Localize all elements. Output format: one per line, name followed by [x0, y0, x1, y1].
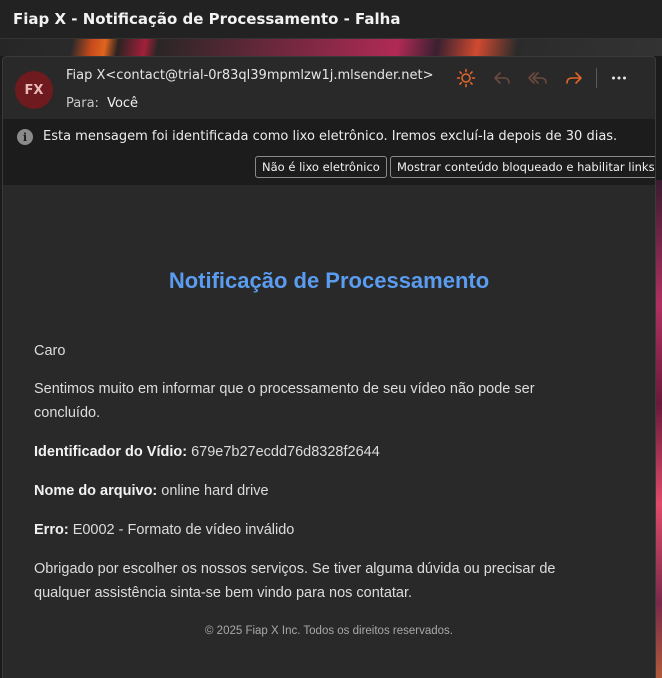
reply-icon[interactable] [484, 65, 520, 91]
recipient-row: Para: Você [66, 96, 138, 111]
subject-bar: Fiap X - Notificação de Processamento - … [0, 0, 662, 39]
sun-icon[interactable] [448, 65, 484, 91]
video-id-line: Identificador do Vídio: 679e7b27ecdd76d8… [34, 440, 594, 464]
error-label: Erro: [34, 522, 69, 538]
copyright-footer: © 2025 Fiap X Inc. Todos os direitos res… [205, 625, 453, 637]
intro-paragraph: Sentimos muito em informar que o process… [34, 381, 535, 421]
show-blocked-content-button[interactable]: Mostrar conteúdo bloqueado e habilitar l… [390, 156, 655, 178]
junk-message: Esta mensagem foi identificada como lixo… [43, 129, 618, 144]
forward-icon[interactable] [556, 65, 592, 91]
video-id-label: Identificador do Vídio: [34, 444, 188, 460]
email-headline: Notificação de Processamento [168, 268, 490, 293]
error-line: Erro: E0002 - Formato de vídeo inválido [34, 518, 594, 542]
sender-address[interactable]: Fiap X<contact@trial-0r83ql39mpmlzw1j.ml… [66, 68, 434, 83]
avatar[interactable]: FX [15, 71, 53, 109]
wallpaper-strip [0, 36, 662, 56]
email-subject: Fiap X - Notificação de Processamento - … [13, 10, 401, 28]
email-body: Notificação de Processamento Caro Sentim… [3, 185, 655, 678]
to-value[interactable]: Você [107, 96, 138, 111]
message-actions [448, 65, 637, 91]
filename-label: Nome do arquivo: [34, 483, 158, 499]
greeting-text: Caro [34, 343, 66, 359]
to-label: Para: [66, 96, 99, 111]
video-id-value: 679e7b27ecdd76d8328f2644 [191, 444, 380, 460]
email-reading-pane: Fiap X - Notificação de Processamento - … [0, 0, 662, 678]
junk-banner: i Esta mensagem foi identificada como li… [3, 119, 655, 185]
info-icon: i [17, 129, 33, 145]
toolbar-divider [596, 68, 597, 88]
not-junk-button[interactable]: Não é lixo eletrônico [255, 156, 387, 178]
more-icon[interactable] [601, 65, 637, 91]
filename-line: Nome do arquivo: online hard drive [34, 479, 594, 503]
message-card: FX Fiap X<contact@trial-0r83ql39mpmlzw1j… [2, 56, 656, 678]
closing-paragraph: Obrigado por escolher os nossos serviços… [34, 561, 556, 601]
reply-all-icon[interactable] [520, 65, 556, 91]
filename-value: online hard drive [161, 483, 269, 499]
error-value: E0002 - Formato de vídeo inválido [72, 522, 295, 538]
